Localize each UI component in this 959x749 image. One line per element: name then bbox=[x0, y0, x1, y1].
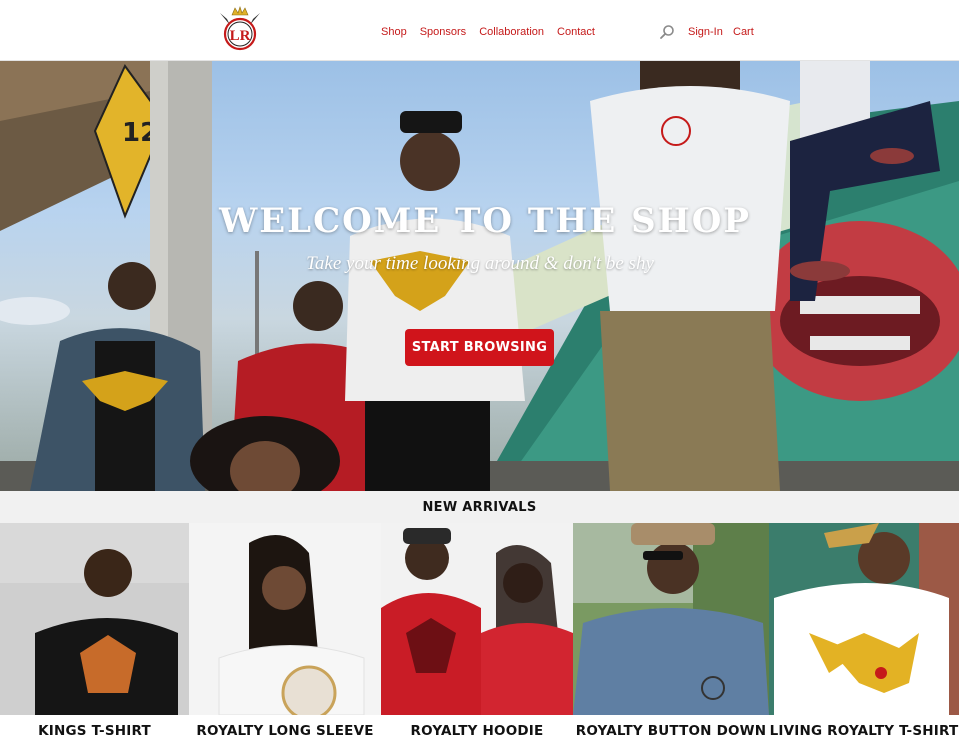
search-icon[interactable] bbox=[659, 24, 675, 40]
nav-collaboration[interactable]: Collaboration bbox=[479, 26, 544, 38]
product-card[interactable]: KINGS T-SHIRT bbox=[0, 523, 189, 749]
nav-contact[interactable]: Contact bbox=[557, 26, 595, 38]
nav-sponsors[interactable]: Sponsors bbox=[420, 26, 466, 38]
product-name[interactable]: ROYALTY LONG SLEEVE bbox=[189, 723, 381, 739]
cart-link[interactable]: Cart bbox=[733, 26, 754, 38]
product-card[interactable]: ROYALTY HOODIE bbox=[381, 523, 573, 749]
product-name[interactable]: ROYALTY BUTTON DOWN bbox=[573, 723, 769, 739]
site-header: LR Shop Sponsors Collaboration Contact S… bbox=[0, 0, 959, 61]
product-name[interactable]: LIVING ROYALTY T-SHIRT bbox=[769, 723, 959, 739]
product-card[interactable]: ROYALTY BUTTON DOWN bbox=[573, 523, 769, 749]
hero-photo: 12 bbox=[0, 61, 959, 491]
hero-subtitle: Take your time looking around & don't be… bbox=[306, 253, 654, 274]
product-image[interactable] bbox=[573, 523, 769, 715]
sign-in-link[interactable]: Sign-In bbox=[688, 26, 723, 38]
nav-shop[interactable]: Shop bbox=[381, 26, 407, 38]
product-name[interactable]: KINGS T-SHIRT bbox=[0, 723, 189, 739]
hero-title: WELCOME TO THE SHOP bbox=[219, 201, 751, 241]
product-grid: KINGS T-SHIRT ROYALTY LONG SLEEVE ROYALT… bbox=[0, 523, 959, 749]
new-arrivals-title: NEW ARRIVALS bbox=[422, 500, 537, 515]
product-image[interactable] bbox=[381, 523, 573, 715]
product-image[interactable] bbox=[769, 523, 959, 715]
product-image[interactable] bbox=[189, 523, 381, 715]
product-image[interactable] bbox=[0, 523, 189, 715]
start-browsing-button[interactable]: START BROWSING bbox=[405, 329, 554, 366]
product-card[interactable]: ROYALTY LONG SLEEVE bbox=[189, 523, 381, 749]
product-name[interactable]: ROYALTY HOODIE bbox=[381, 723, 573, 739]
main-nav: Shop Sponsors Collaboration Contact bbox=[381, 26, 608, 38]
hero-banner: 12 WELCOME TO THE SHOP Take your time lo… bbox=[0, 61, 959, 491]
crown-logo[interactable]: LR bbox=[218, 5, 262, 55]
product-card[interactable]: LIVING ROYALTY T-SHIRT bbox=[769, 523, 959, 749]
svg-text:LR: LR bbox=[230, 28, 251, 44]
